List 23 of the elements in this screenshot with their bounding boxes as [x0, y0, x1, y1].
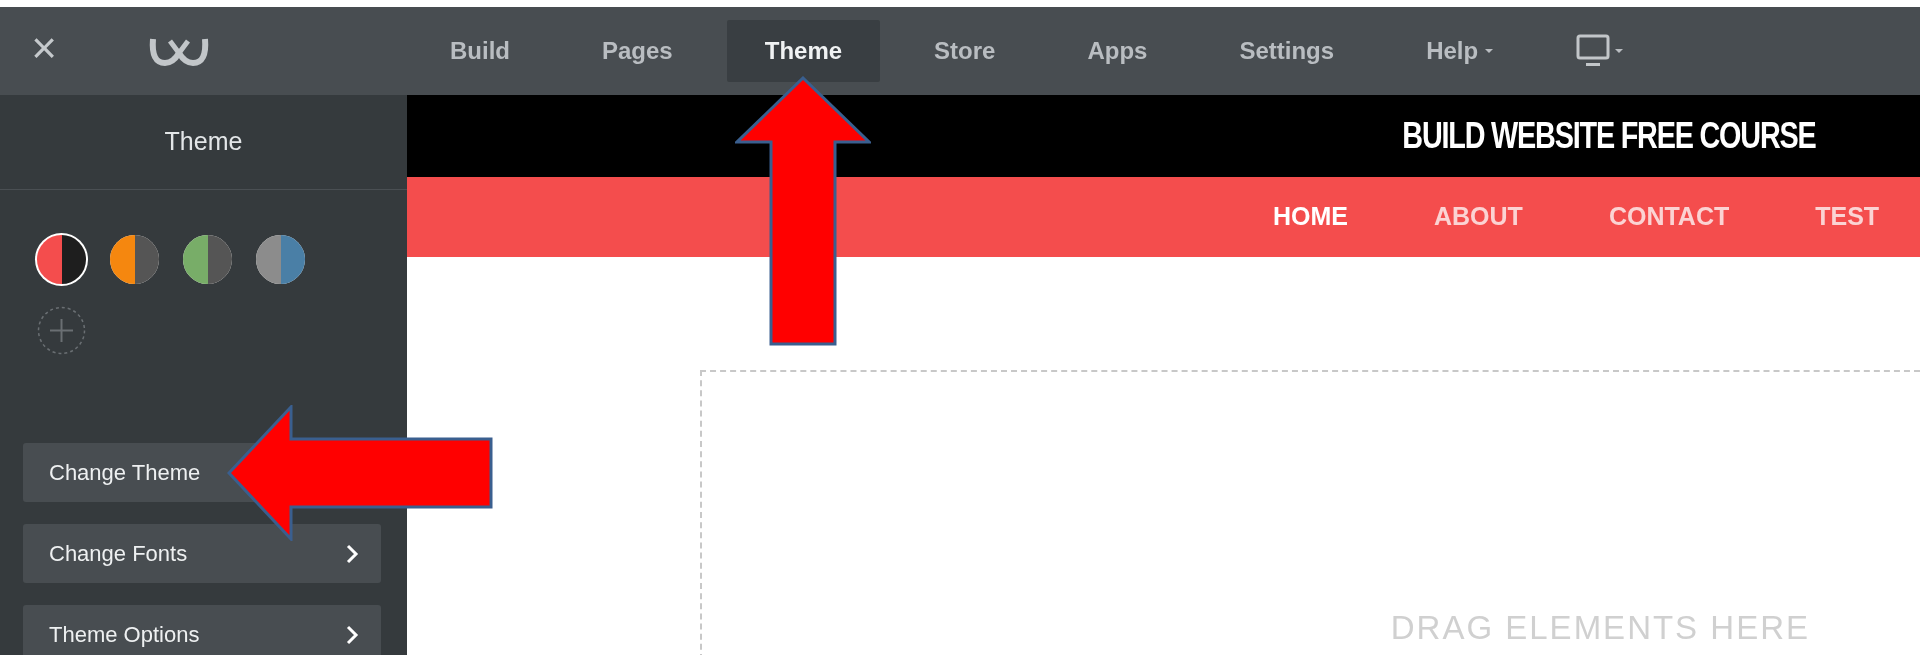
caret-icon — [1614, 48, 1625, 54]
site-nav-link[interactable]: CONTACT — [1608, 198, 1730, 236]
close-button[interactable]: × — [0, 26, 88, 76]
nav-tab[interactable]: Settings — [1201, 20, 1373, 82]
sidebar-button[interactable]: Theme Options — [23, 605, 381, 655]
nav-tab[interactable]: Apps — [1049, 20, 1186, 82]
monitor-icon — [1576, 34, 1611, 68]
color-swatch[interactable] — [110, 235, 159, 284]
site-nav-link[interactable]: HOME — [1273, 198, 1348, 236]
color-swatch[interactable] — [183, 235, 232, 284]
site-title: BUILD WEBSITE FREE COURSE — [1402, 114, 1816, 158]
site-nav-link[interactable]: TEST — [1815, 198, 1880, 236]
color-swatch[interactable] — [37, 235, 86, 284]
color-swatch[interactable] — [256, 235, 305, 284]
nav-tab[interactable]: Store — [896, 20, 1034, 82]
nav-tab[interactable]: Build — [412, 20, 548, 82]
nav-tab[interactable]: Theme — [726, 20, 881, 82]
nav-tab[interactable]: Pages — [564, 20, 711, 82]
site-nav-link[interactable]: ABOUT — [1434, 198, 1523, 236]
nav-tab[interactable]: Help — [1388, 20, 1533, 82]
sidebar-button[interactable]: Change Fonts — [23, 524, 381, 583]
add-swatch-icon[interactable] — [37, 306, 86, 355]
device-menu-button[interactable] — [1576, 34, 1625, 68]
